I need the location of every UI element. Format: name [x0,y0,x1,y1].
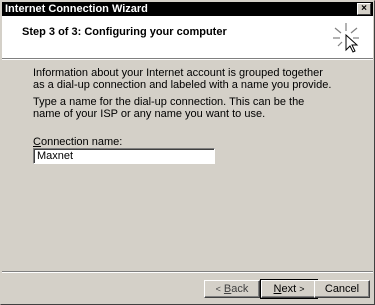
close-icon[interactable]: × [357,3,371,15]
instruction-paragraph: Type a name for the dial-up connection. … [33,96,305,120]
title-bar[interactable]: Internet Connection Wizard × [2,2,373,16]
connection-name-input[interactable] [33,148,215,164]
connection-name-label-text: onnection name: [40,136,123,148]
wizard-window: Internet Connection Wizard × Step 3 of 3… [0,0,375,305]
back-arrow-icon: < [215,284,221,294]
wizard-content: Information about your Internet account … [1,60,374,275]
connection-name-label-mnemonic: C [33,136,41,148]
wizard-wand-icon [333,23,359,53]
back-label: ack [231,283,249,295]
cancel-button[interactable]: Cancel [314,280,370,298]
wizard-header: Step 3 of 3: Configuring your computer [2,16,373,59]
back-button[interactable]: < Back [204,280,260,298]
info-paragraph: Information about your Internet account … [33,67,332,91]
next-button[interactable]: Next > [260,279,318,299]
next-arrow-icon: > [299,284,305,294]
button-separator [2,271,373,273]
next-label: ext [281,283,297,295]
window-title: Internet Connection Wizard [5,3,148,15]
connection-name-label: Connection name: [33,136,122,148]
step-title: Step 3 of 3: Configuring your computer [22,26,227,38]
